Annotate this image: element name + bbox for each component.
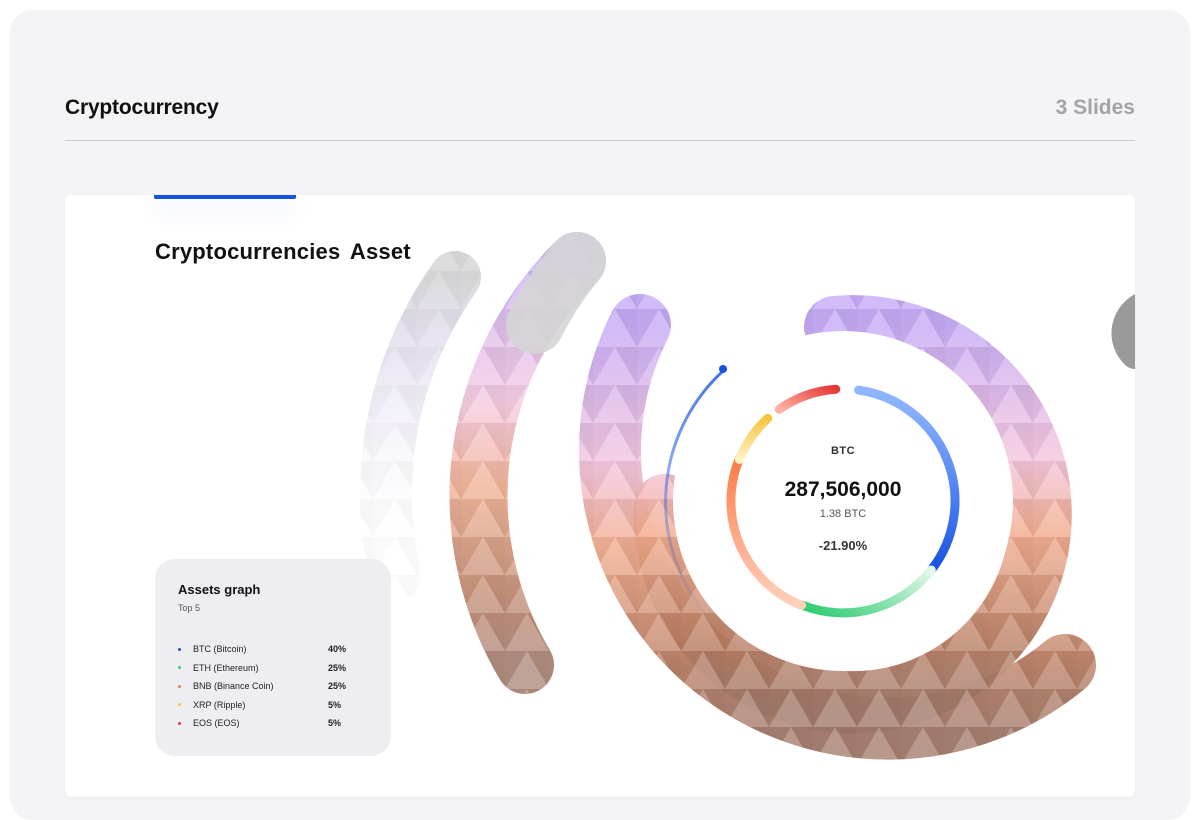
center-sub-value: 1.38 BTC [819,508,867,520]
progress-dot [719,365,727,373]
card-title: Assets graph [178,582,261,597]
legend-pct: 5% [328,699,342,710]
slide-preview[interactable]: Cryptocurrencies Asset BTC 287,506,000 1… [65,195,1135,797]
slide-count[interactable]: 3 Slides [1056,96,1135,120]
legend-pct: 25% [328,662,347,673]
section-header: Cryptocurrency 3 Slides [65,96,1135,141]
center-change: -21.90% [818,538,868,553]
legend-name: EOS (EOS) [193,718,240,729]
card-subtitle: Top 5 [178,603,201,613]
legend-name: BTC (Bitcoin) [193,644,247,655]
slide-deck-panel: Cryptocurrency 3 Slides Cryptocurrencies… [10,10,1190,820]
legend-pct: 5% [328,718,342,729]
legend-name: ETH (Ethereum) [193,662,259,673]
legend-item: ETH (Ethereum) 25% [178,659,368,678]
legend-name: BNB (Binance Coin) [193,681,274,692]
center-symbol: BTC [830,445,856,457]
legend-item: BTC (Bitcoin) 40% [178,640,368,659]
legend-item: BNB (Binance Coin) 25% [178,677,368,696]
legend-dot [178,703,181,707]
legend-dot [178,684,181,688]
section-title: Cryptocurrency [65,96,219,119]
legend-name: XRP (Ripple) [193,699,246,710]
edge-arc [1111,295,1135,369]
legend-dot [178,721,181,725]
assets-graph-card: Assets graph Top 5 BTC (Bitcoin) 40% ETH… [155,559,391,756]
outer-arc-1-tex [360,251,481,601]
slide-accent-bar [154,195,296,199]
legend-pct: 40% [328,644,347,655]
legend-item: EOS (EOS) 5% [178,714,368,733]
legend-dot [178,647,181,651]
slide-title: Cryptocurrencies Asset [155,239,411,264]
legend-dot [178,666,181,670]
asset-legend: BTC (Bitcoin) 40% ETH (Ethereum) 25% BNB… [178,640,368,733]
legend-item: XRP (Ripple) 5% [178,696,368,715]
legend-pct: 25% [328,681,347,692]
center-value: 287,506,000 [784,478,902,501]
